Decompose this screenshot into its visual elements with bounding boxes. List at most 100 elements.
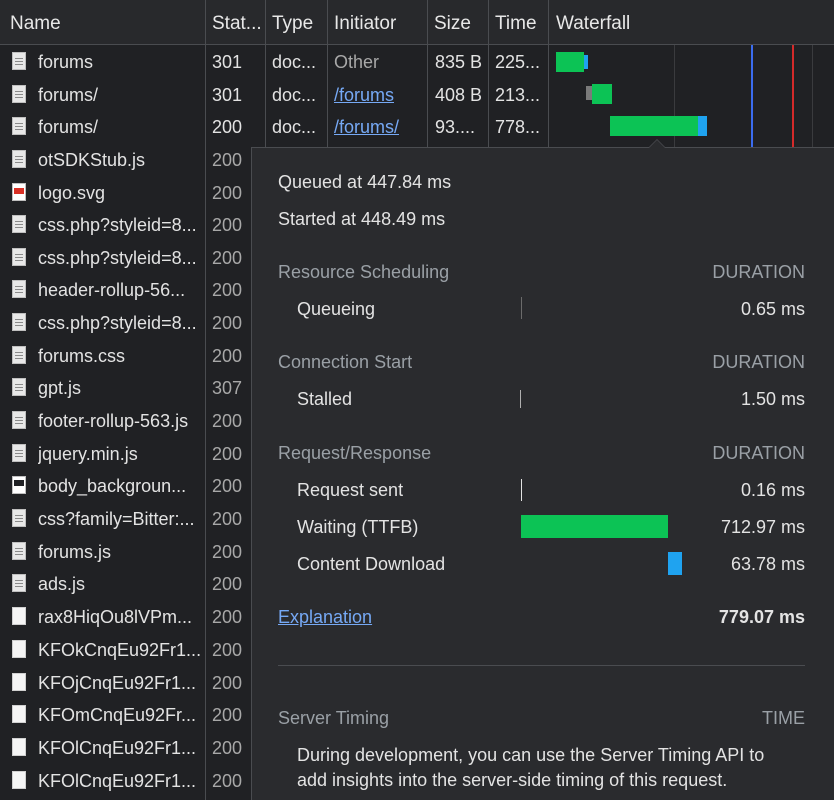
request-status: 200 — [212, 280, 243, 300]
request-initiator-link[interactable]: /forums — [334, 78, 394, 110]
svg-badge — [14, 188, 24, 194]
section-title-request-response: Request/Response — [278, 443, 432, 463]
request-size: 835 B — [435, 52, 483, 72]
request-name: body_backgroun... — [38, 476, 187, 496]
image-preview — [14, 480, 24, 486]
request-type: doc... — [272, 117, 317, 137]
section-title-resource-scheduling: Resource Scheduling — [278, 262, 450, 282]
svg-image-icon — [12, 183, 26, 201]
request-status: 200 — [212, 574, 243, 594]
document-icon — [12, 411, 26, 429]
phase-label-request-sent: Request sent — [297, 480, 404, 500]
request-time: 778... — [495, 117, 541, 137]
request-status: 200 — [212, 607, 243, 627]
document-icon — [12, 52, 26, 70]
queued-at: Queued at 447.84 ms — [278, 172, 452, 192]
waterfall-bar-download — [584, 55, 588, 69]
phase-bar-content-download — [668, 552, 682, 575]
document-icon — [12, 313, 26, 331]
request-name: footer-rollup-563.js — [38, 411, 189, 431]
request-name: logo.svg — [38, 183, 106, 203]
request-name: css?family=Bitter:... — [38, 509, 195, 529]
request-status: 200 — [212, 117, 243, 137]
request-status: 200 — [212, 215, 243, 235]
request-initiator-link[interactable]: /forums/ — [334, 110, 399, 142]
document-icon — [12, 542, 26, 560]
phase-value-stalled: 1.50 ms — [740, 389, 805, 409]
column-header-type[interactable]: Type — [272, 0, 313, 45]
request-name: ads.js — [38, 574, 86, 594]
phase-bar-stalled — [520, 390, 521, 408]
phase-value-queueing: 0.65 ms — [740, 299, 805, 319]
request-name: forums — [38, 52, 94, 72]
phase-label-queueing: Queueing — [297, 299, 376, 319]
column-header-initiator[interactable]: Initiator — [334, 0, 396, 45]
table-row[interactable]: forums/ 200 doc... /forums/ 93.... 778..… — [0, 110, 834, 142]
phase-value-waiting-ttfb: 712.97 ms — [720, 517, 805, 537]
column-header-time[interactable]: Time — [495, 0, 537, 45]
timing-popup — [251, 147, 834, 800]
request-name: KFOkCnqEu92Fr1... — [38, 640, 202, 660]
explanation-link[interactable]: Explanation — [278, 607, 372, 628]
request-status: 200 — [212, 705, 243, 725]
waterfall-grid-line — [812, 45, 813, 148]
waterfall-bar[interactable] — [610, 116, 698, 136]
column-header-waterfall[interactable]: Waterfall — [556, 0, 630, 45]
request-name: forums.css — [38, 346, 126, 366]
request-status: 200 — [212, 444, 243, 464]
request-name: css.php?styleid=8... — [38, 313, 197, 333]
document-icon — [12, 509, 26, 527]
started-at: Started at 448.49 ms — [278, 209, 446, 229]
request-type: doc... — [272, 85, 317, 105]
image-icon — [12, 476, 26, 494]
request-status: 200 — [212, 150, 243, 170]
duration-label: DURATION — [712, 352, 805, 372]
request-status: 200 — [212, 411, 243, 431]
table-row[interactable]: forums 301 doc... Other 835 B 225... — [0, 45, 834, 77]
request-status: 200 — [212, 313, 243, 333]
phase-bar-request-sent — [521, 479, 522, 501]
document-icon — [12, 117, 26, 135]
phase-value-content-download: 63.78 ms — [730, 554, 805, 574]
request-name: css.php?styleid=8... — [38, 248, 197, 268]
request-size: 408 B — [435, 85, 483, 105]
popup-arrow-fill — [649, 140, 665, 148]
phase-label-stalled: Stalled — [297, 389, 353, 409]
request-status: 200 — [212, 771, 243, 791]
request-status: 200 — [212, 183, 243, 203]
request-name: KFOlCnqEu92Fr1... — [38, 738, 197, 758]
waterfall-bar[interactable] — [592, 84, 612, 104]
document-icon — [12, 444, 26, 462]
request-status: 301 — [212, 52, 243, 72]
request-time: 225... — [495, 52, 541, 72]
duration-label: DURATION — [712, 443, 805, 463]
document-icon — [12, 346, 26, 364]
table-row[interactable]: forums/ 301 doc... /forums 408 B 213... — [0, 78, 834, 110]
request-name: KFOmCnqEu92Fr... — [38, 705, 197, 725]
server-timing-description-line2: add insights into the server-side timing… — [297, 770, 728, 790]
phase-bar-queueing — [521, 297, 522, 319]
column-header-name[interactable]: Name — [10, 0, 61, 45]
request-status: 200 — [212, 346, 243, 366]
waterfall-bar-download — [698, 116, 707, 136]
request-status: 200 — [212, 673, 243, 693]
waterfall-bar[interactable] — [556, 52, 584, 72]
load-event-line — [792, 45, 794, 148]
request-name: jquery.min.js — [38, 444, 138, 464]
time-label: TIME — [762, 708, 805, 728]
phase-bar-waiting-ttfb — [521, 515, 668, 538]
column-header-size[interactable]: Size — [434, 0, 471, 45]
request-name: otSDKStub.js — [38, 150, 146, 170]
total-duration: 779.07 ms — [718, 607, 805, 627]
section-title-server-timing: Server Timing — [278, 708, 390, 728]
request-status: 200 — [212, 476, 243, 496]
document-icon — [12, 85, 26, 103]
popup-divider — [278, 665, 805, 666]
duration-label: DURATION — [712, 262, 805, 282]
request-name: forums/ — [38, 85, 99, 105]
request-name: KFOjCnqEu92Fr1... — [38, 673, 197, 693]
document-icon — [12, 280, 26, 298]
column-header-status[interactable]: Stat... — [212, 0, 262, 45]
request-name: KFOlCnqEu92Fr1... — [38, 771, 197, 791]
request-initiator: Other — [334, 52, 380, 72]
